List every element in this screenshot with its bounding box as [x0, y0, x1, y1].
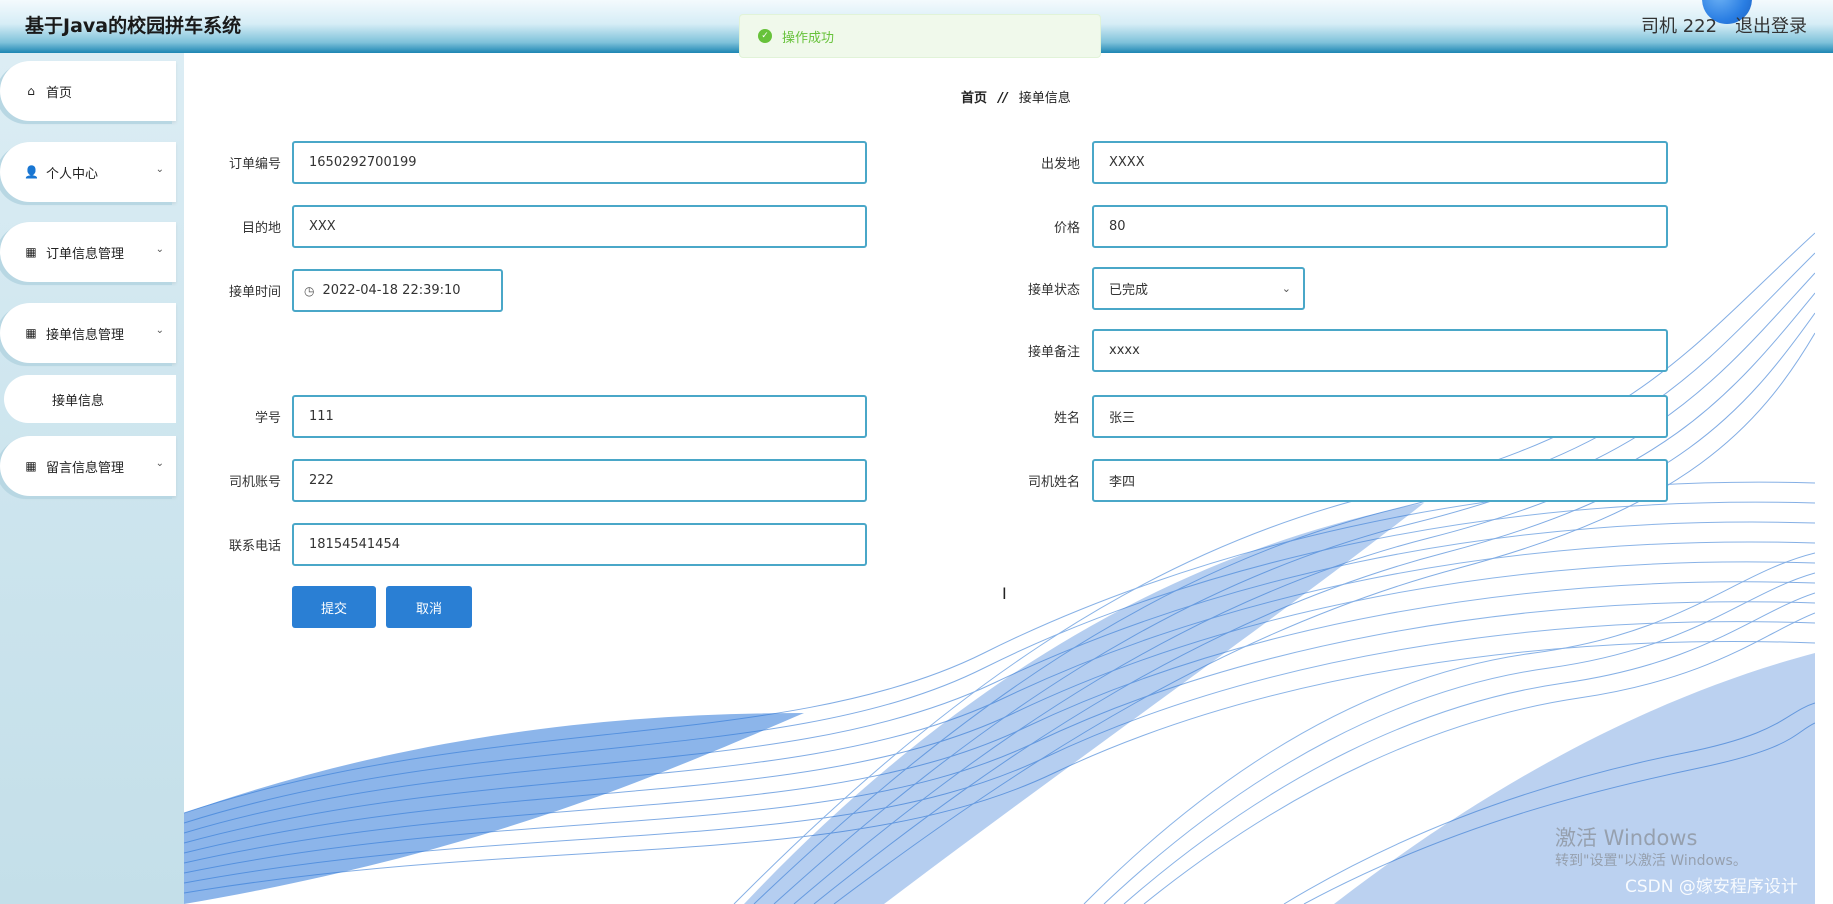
phone-field[interactable]: 18154541454: [292, 523, 867, 566]
phone-label: 联系电话: [228, 539, 281, 554]
text-cursor-icon: I: [1002, 584, 1007, 603]
activate-windows-subtitle: 转到"设置"以激活 Windows。: [1555, 853, 1747, 869]
home-icon: ⌂: [27, 84, 35, 98]
breadcrumb-home[interactable]: 首页: [961, 91, 987, 106]
accept-status-label: 接单状态: [1027, 283, 1080, 298]
grid-icon: ▦: [25, 245, 37, 259]
origin-field[interactable]: XXXX: [1092, 141, 1668, 184]
toast-message: 操作成功: [782, 30, 835, 46]
chevron-down-icon: ⌄: [1281, 282, 1291, 295]
grid-icon: ▦: [25, 326, 37, 340]
driver-account-label: 司机账号: [228, 475, 281, 490]
sidebar-item-label: 留言信息管理: [46, 460, 125, 476]
success-toast: ✓ 操作成功: [739, 14, 1101, 58]
breadcrumb-current: 接单信息: [1018, 91, 1071, 106]
chevron-down-icon: ⌄: [155, 325, 164, 336]
accept-time-picker[interactable]: ◷ 2022-04-18 22:39:10: [292, 269, 503, 312]
sidebar-subitem-accept-info[interactable]: 接单信息: [4, 375, 176, 423]
sidebar-item-home[interactable]: ⌂ 首页: [0, 61, 176, 121]
sidebar-item-label: 接单信息: [52, 393, 105, 409]
user-icon: 👤: [24, 165, 39, 179]
chevron-down-icon: ⌄: [155, 458, 164, 469]
sidebar-item-profile[interactable]: 👤 个人中心 ⌄: [0, 142, 176, 202]
current-user-label: 司机 222: [1641, 16, 1718, 37]
sidebar: ⌂ 首页 👤 个人中心 ⌄ ▦ 订单信息管理 ⌄ ▦ 接单信息管理 ⌄ 接单信息…: [0, 53, 184, 904]
chevron-down-icon: ⌄: [155, 164, 164, 175]
grid-icon: ▦: [25, 459, 37, 473]
csdn-watermark: CSDN @嫁安程序设计: [1625, 877, 1798, 897]
origin-label: 出发地: [1040, 157, 1080, 172]
cancel-button[interactable]: 取消: [386, 586, 472, 628]
breadcrumb-separator: //: [998, 91, 1008, 106]
accept-status-select[interactable]: 已完成 ⌄: [1092, 267, 1305, 310]
destination-field[interactable]: XXX: [292, 205, 867, 248]
price-field[interactable]: 80: [1092, 205, 1668, 248]
accept-status-value: 已完成: [1109, 283, 1149, 298]
sidebar-item-label: 首页: [46, 85, 73, 101]
app-title: 基于Java的校园拼车系统: [25, 15, 242, 37]
chevron-down-icon: ⌄: [155, 244, 164, 255]
sidebar-item-label: 订单信息管理: [46, 246, 125, 262]
sidebar-item-label: 个人中心: [46, 166, 99, 182]
accept-remark-label: 接单备注: [1027, 345, 1080, 360]
accept-remark-field[interactable]: xxxx: [1092, 329, 1668, 372]
destination-label: 目的地: [241, 221, 281, 236]
sidebar-item-accept-management[interactable]: ▦ 接单信息管理 ⌄: [0, 303, 176, 363]
check-circle-icon: ✓: [758, 29, 772, 43]
breadcrumb: 首页 // 接单信息: [961, 87, 1071, 106]
sidebar-item-message-management[interactable]: ▦ 留言信息管理 ⌄: [0, 436, 176, 496]
order-no-field[interactable]: 1650292700199: [292, 141, 867, 184]
logout-link[interactable]: 退出登录: [1735, 12, 1807, 38]
main-content: 首页 // 接单信息 订单编号 1650292700199 目的地 XXX 接单…: [184, 53, 1815, 904]
activate-windows-title: 激活 Windows: [1555, 826, 1698, 850]
sidebar-item-order-management[interactable]: ▦ 订单信息管理 ⌄: [0, 222, 176, 282]
sidebar-item-label: 接单信息管理: [46, 327, 125, 343]
submit-button[interactable]: 提交: [292, 586, 376, 628]
driver-name-field[interactable]: 李四: [1092, 459, 1668, 502]
student-no-label: 学号: [254, 411, 281, 426]
clock-icon: ◷: [304, 283, 315, 298]
accept-time-label: 接单时间: [228, 285, 281, 300]
driver-name-label: 司机姓名: [1027, 475, 1080, 490]
driver-account-field[interactable]: 222: [292, 459, 867, 502]
price-label: 价格: [1053, 221, 1080, 236]
order-no-label: 订单编号: [228, 157, 281, 172]
student-no-field[interactable]: 111: [292, 395, 867, 438]
accept-time-value: 2022-04-18 22:39:10: [322, 283, 461, 298]
name-label: 姓名: [1053, 411, 1080, 426]
name-field[interactable]: 张三: [1092, 395, 1668, 438]
